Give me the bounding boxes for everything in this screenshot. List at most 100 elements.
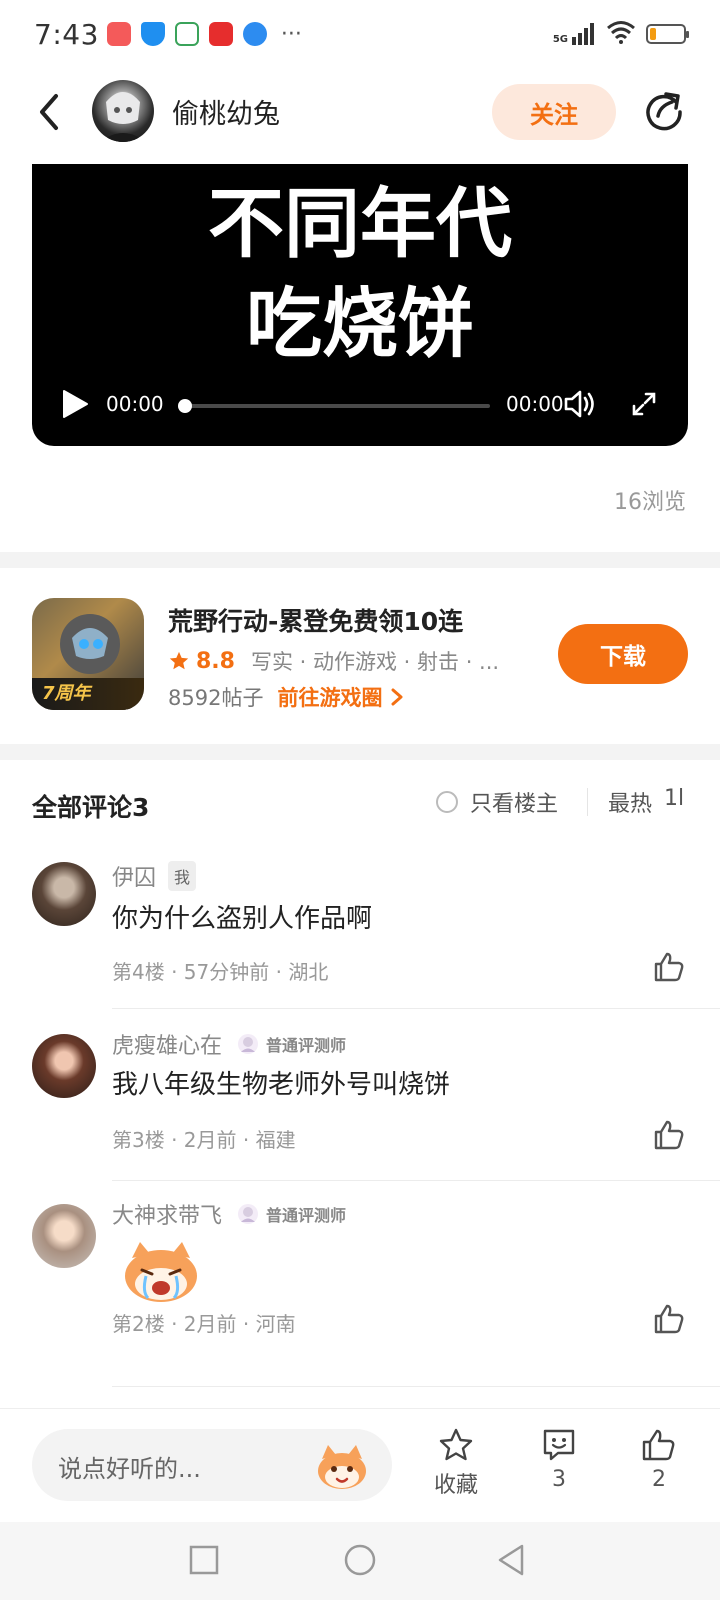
comment-input[interactable]: 说点好听的... [32, 1429, 392, 1501]
author-name[interactable]: 偷桃幼兔 [172, 92, 280, 131]
section-divider [0, 744, 720, 760]
commenter-name-row: 大神求带飞 普通评测师 [112, 1198, 346, 1230]
me-badge: 我 [168, 861, 197, 891]
comments-title: 全部评论3 [32, 793, 150, 822]
commenter-name-row: 伊囚 我 [112, 860, 197, 892]
view-count: 16浏览 [614, 490, 686, 515]
game-title[interactable]: 荒野行动-累登免费领10连 [168, 602, 463, 638]
home-circle-icon[interactable] [342, 1542, 378, 1578]
crying-mascot-sticker [125, 1242, 197, 1302]
comment-meta: 第3楼 · 2月前 · 福建 [112, 1128, 296, 1152]
total-time: 00:00 [506, 392, 564, 416]
back-triangle-icon[interactable] [494, 1542, 530, 1578]
reviewer-rank: 普通评测师 [266, 1206, 347, 1225]
video-title-text: 不同年代 吃烧饼 [32, 174, 688, 374]
share-button[interactable] [642, 88, 686, 132]
star-icon [169, 651, 189, 670]
progress-handle[interactable] [178, 399, 192, 413]
back-button[interactable] [30, 90, 70, 134]
shopping-app-icon [106, 22, 131, 46]
commenter-avatar[interactable] [32, 1204, 96, 1268]
recent-apps-icon[interactable] [186, 1542, 222, 1578]
like-button[interactable]: 2 [619, 1427, 699, 1492]
status-notification-icons: ··· [106, 21, 302, 47]
comment-like-button[interactable] [652, 950, 686, 984]
reviewer-rank-icon [238, 1034, 259, 1054]
game-icon[interactable]: 7周年 [32, 598, 144, 710]
author-avatar[interactable] [92, 80, 154, 142]
comment-divider [112, 1386, 720, 1387]
game-circle-link[interactable]: 前往游戏圈 [277, 682, 404, 712]
play-button[interactable] [60, 388, 90, 420]
reviewer-rank-icon [238, 1204, 259, 1224]
radio-icon [436, 791, 458, 813]
comment-count: 3 [552, 1467, 566, 1492]
sort-hot-button[interactable]: 最热 [608, 786, 652, 818]
network-type-label: 5G [552, 34, 568, 45]
comment-input-placeholder: 说点好听的... [58, 1455, 201, 1483]
download-button[interactable]: 下载 [558, 624, 688, 684]
thumbs-up-icon [654, 952, 684, 982]
commenter-name[interactable]: 伊囚 [112, 860, 156, 892]
section-divider [0, 552, 720, 568]
home-app-icon [174, 22, 199, 46]
like-count: 2 [652, 1467, 666, 1492]
commenter-name[interactable]: 大神求带飞 [112, 1198, 222, 1230]
game-rating: 8.8 [196, 648, 235, 674]
comment-divider [112, 1180, 720, 1181]
post-header: 偷桃幼兔 关注 [0, 72, 720, 152]
battery-level [650, 28, 656, 40]
comment-meta: 第4楼 · 57分钟前 · 湖北 [112, 960, 329, 984]
commenter-avatar[interactable] [32, 1034, 96, 1098]
thumbs-up-icon [654, 1120, 684, 1150]
follow-button[interactable]: 关注 [492, 84, 616, 140]
comment-like-button[interactable] [652, 1302, 686, 1336]
thumbs-up-icon [642, 1429, 675, 1461]
play-icon [63, 390, 88, 418]
progress-bar[interactable] [184, 404, 490, 408]
commenter-name-row: 虎瘦雄心在 普通评测师 [112, 1028, 346, 1060]
commenter-avatar[interactable] [32, 862, 96, 926]
video-title-line2: 吃烧饼 [246, 279, 474, 368]
volume-button[interactable] [562, 386, 598, 422]
game-circle-link-label: 前往游戏圈 [277, 686, 383, 710]
favorite-button[interactable]: 收藏 [416, 1427, 496, 1499]
share-icon [646, 92, 682, 131]
browser-app-icon [242, 22, 267, 46]
favorite-label: 收藏 [433, 1473, 478, 1498]
comment-item: 伊囚 我 你为什么盗别人作品啊 第4楼 · 57分钟前 · 湖北 [0, 846, 720, 1009]
post-count: 8592帖子 [168, 686, 264, 710]
video-title-line1: 不同年代 [208, 179, 512, 268]
only-op-label: 只看楼主 [470, 792, 559, 817]
fullscreen-icon [632, 392, 656, 416]
game-meta: 8.8 写实 · 动作游戏 · 射击 · ... [168, 646, 528, 676]
fullscreen-button[interactable] [630, 390, 658, 418]
video-player[interactable]: 不同年代 吃烧饼 00:00 00:00 [32, 164, 688, 446]
comment-like-button[interactable] [652, 1118, 686, 1152]
comment-item: 大神求带飞 普通评测师 第2楼 · 2月前 · 河南 [0, 1186, 720, 1387]
video-controls: 00:00 00:00 [32, 364, 688, 446]
video-app-icon [208, 22, 233, 46]
emoji-sticker-icon[interactable] [312, 1439, 372, 1493]
only-op-toggle[interactable]: 只看楼主 [436, 786, 558, 818]
system-navigation-bar [0, 1522, 720, 1600]
comment-divider [112, 1008, 720, 1009]
sort-icon[interactable]: 1l [664, 786, 686, 811]
signal-icon: 5G [553, 23, 596, 45]
status-bar: 7:43 ··· 5G [0, 0, 720, 68]
comment-item: 虎瘦雄心在 普通评测师 我八年级生物老师外号叫烧饼 第3楼 · 2月前 · 福建 [0, 1016, 720, 1181]
comment-text[interactable]: 你为什么盗别人作品啊 [112, 898, 372, 935]
commenter-name[interactable]: 虎瘦雄心在 [112, 1028, 222, 1060]
volume-icon [564, 390, 594, 418]
reviewer-rank: 普通评测师 [266, 1036, 347, 1055]
comment-button[interactable]: 3 [519, 1427, 599, 1492]
chevron-left-icon [40, 94, 58, 130]
comment-bubble-icon [543, 1429, 575, 1461]
status-time: 7:43 [34, 17, 99, 51]
more-notifications-icon: ··· [280, 21, 302, 47]
comment-text[interactable]: 我八年级生物老师外号叫烧饼 [112, 1064, 450, 1101]
status-system-icons: 5G [553, 20, 689, 48]
anniversary-badge: 7周年 [32, 678, 144, 710]
game-card[interactable]: 7周年 荒野行动-累登免费领10连 8.8 写实 · 动作游戏 · 射击 · .… [0, 568, 720, 744]
wifi-icon [606, 20, 636, 48]
